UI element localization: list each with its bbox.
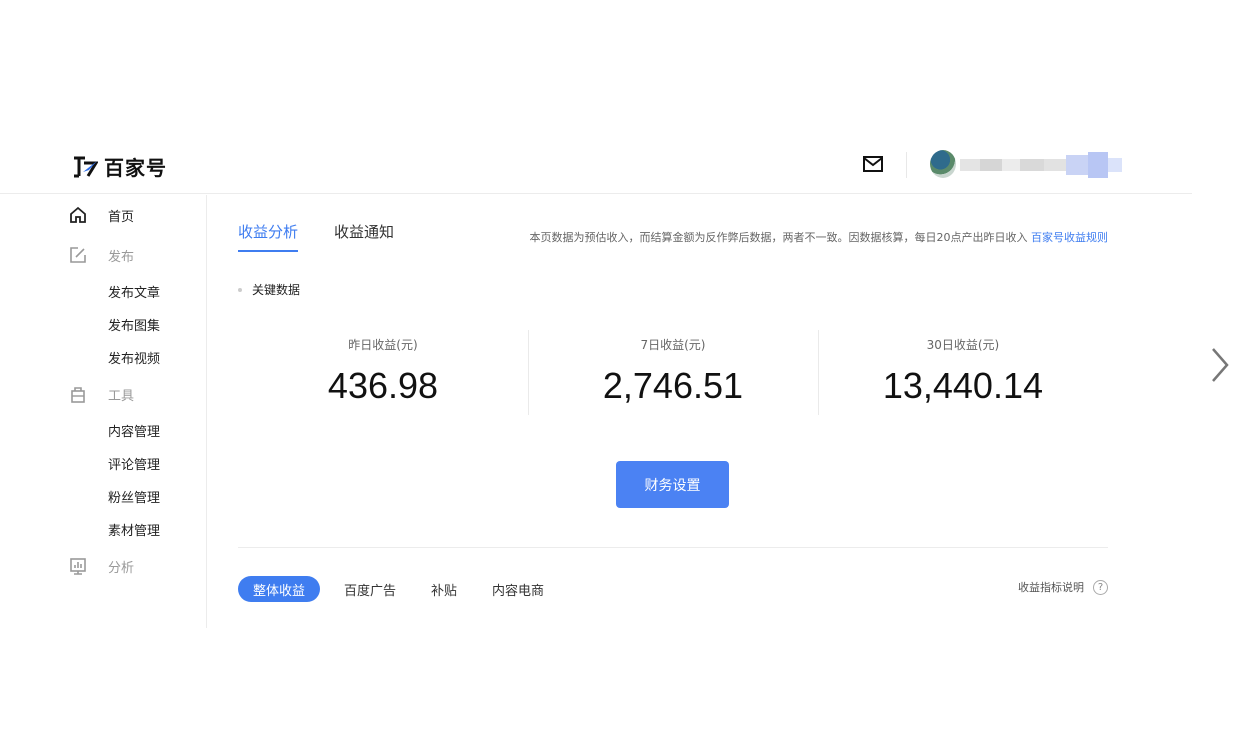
stat-7-days: 7日收益(元) 2,746.51 (527, 330, 818, 415)
sidebar-group-label: 工具 (108, 388, 135, 404)
main-content: 收益分析 收益通知 本页数据为预估收入，而结算金额为反作弊后数据，两者不一致。因… (238, 195, 1108, 628)
tab-revenue-analysis[interactable]: 收益分析 (238, 221, 299, 252)
revenue-type-tabs: 整体收益 百度广告 补贴 内容电商 (238, 576, 579, 602)
data-notice: 本页数据为预估收入，而结算金额为反作弊后数据，两者不一致。因数据核算，每日20点… (530, 229, 1109, 245)
stat-30-days: 30日收益(元) 13,440.14 (817, 330, 1108, 415)
sidebar-item-material-manage[interactable]: 素材管理 (0, 513, 206, 546)
sidebar-group-analysis[interactable]: 分析 (0, 546, 206, 586)
stat-yesterday: 昨日收益(元) 436.98 (238, 330, 528, 415)
sidebar: 首页 发布 发布文章 发布图集 发布视频 工具 内容管理 评论管理 粉丝管理 素… (0, 195, 207, 628)
sidebar-item-comment-manage[interactable]: 评论管理 (0, 447, 206, 480)
key-data-section: 关键数据 (238, 281, 300, 298)
subtab-overall-revenue[interactable]: 整体收益 (238, 576, 321, 602)
sidebar-group-tools[interactable]: 工具 (0, 374, 206, 414)
username-blurred[interactable] (960, 152, 1125, 178)
header-divider (906, 152, 907, 178)
mail-icon[interactable] (862, 155, 884, 173)
sidebar-item-publish-video[interactable]: 发布视频 (0, 341, 206, 374)
sidebar-group-label: 分析 (108, 560, 135, 576)
subtab-content-ecommerce[interactable]: 内容电商 (492, 580, 544, 599)
question-icon[interactable]: ? (1093, 579, 1108, 595)
bullet-dot (238, 287, 242, 292)
logo-text: 百家号 (104, 156, 167, 180)
sidebar-item-label: 首页 (108, 209, 135, 225)
top-header: 百家号 (0, 140, 1192, 194)
sidebar-item-content-manage[interactable]: 内容管理 (0, 414, 206, 447)
avatar[interactable] (930, 150, 956, 178)
revenue-rules-link[interactable]: 百家号收益规则 (1031, 231, 1108, 244)
bag-icon (71, 387, 85, 403)
notice-text: 本页数据为预估收入，而结算金额为反作弊后数据，两者不一致。因数据核算，每日20点… (529, 231, 1028, 244)
sidebar-item-publish-article[interactable]: 发布文章 (0, 275, 206, 308)
stat-label: 30日收益(元) (926, 338, 1000, 352)
stat-label: 昨日收益(元) (348, 338, 418, 352)
section-divider (238, 547, 1108, 548)
sidebar-group-label: 发布 (108, 249, 135, 265)
chart-icon (70, 558, 86, 575)
app-root: 百家号 首页 发布 发布文章 发布图集 发布视频 工具 内容管理 评论管理 粉丝… (0, 0, 1244, 742)
revenue-stats: 昨日收益(元) 436.98 7日收益(元) 2,746.51 30日收益(元)… (238, 330, 1108, 415)
stat-value: 13,440.14 (882, 365, 1043, 406)
sidebar-item-home[interactable]: 首页 (0, 195, 206, 235)
home-icon (70, 206, 86, 223)
sidebar-item-publish-gallery[interactable]: 发布图集 (0, 308, 206, 341)
subtab-subsidy[interactable]: 补贴 (431, 580, 457, 599)
metric-help[interactable]: 收益指标说明 ? (1018, 579, 1108, 595)
logo-icon (74, 156, 98, 177)
sidebar-group-publish[interactable]: 发布 (0, 235, 206, 275)
stat-value: 2,746.51 (602, 365, 744, 406)
edit-icon (70, 247, 86, 263)
finance-settings-button[interactable]: 财务设置 (616, 461, 729, 508)
stat-label: 7日收益(元) (640, 338, 706, 352)
tab-revenue-notice[interactable]: 收益通知 (334, 221, 394, 252)
stat-value: 436.98 (327, 365, 439, 406)
section-title: 关键数据 (252, 283, 301, 297)
subtab-baidu-ads[interactable]: 百度广告 (344, 580, 396, 599)
baijiahao-logo[interactable]: 百家号 (72, 152, 167, 181)
main-tabs: 收益分析 收益通知 (238, 221, 430, 252)
metric-help-label: 收益指标说明 (1018, 581, 1084, 594)
sidebar-item-fans-manage[interactable]: 粉丝管理 (0, 480, 206, 513)
chevron-right-icon[interactable] (1208, 345, 1232, 385)
